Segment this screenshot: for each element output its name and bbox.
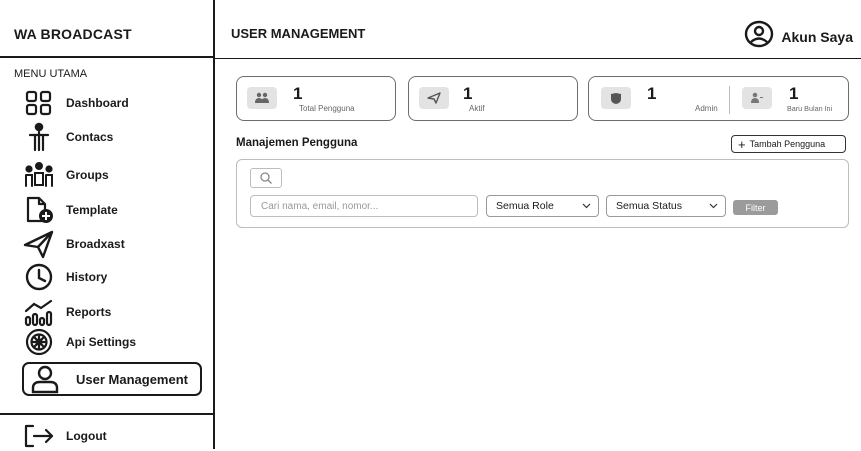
divider (0, 56, 215, 58)
user-icon (28, 364, 62, 394)
sidebar-item-label: User Management (76, 371, 188, 387)
plus-icon: + (738, 136, 746, 152)
stat-value: 1 (789, 84, 799, 103)
sidebar-item-label: History (66, 270, 108, 284)
search-input[interactable] (250, 195, 478, 217)
sidebar-item-api-settings[interactable]: Api Settings (22, 327, 136, 357)
logout-icon (22, 421, 56, 451)
send-icon (419, 87, 449, 109)
person-icon (22, 122, 56, 152)
brand-title: WA BROADCAST (14, 26, 132, 42)
gear-icon (22, 327, 56, 357)
user-circle-icon (743, 20, 775, 53)
sidebar-item-groups[interactable]: Groups (22, 160, 109, 190)
group-icon (22, 160, 56, 190)
stat-label: Aktif (469, 104, 485, 113)
chevron-down-icon (582, 200, 591, 212)
sidebar-item-user-management[interactable]: User Management (22, 362, 202, 396)
stat-value: 1 (293, 84, 303, 103)
sidebar-item-label: Dashboard (66, 96, 129, 110)
section-title: Manajemen Pengguna (236, 137, 358, 149)
top-bar: USER MANAGEMENT Akun Saya (215, 0, 861, 59)
role-select[interactable]: Semua Role (486, 195, 599, 217)
divider (729, 86, 730, 114)
sidebar-item-dashboard[interactable]: Dashboard (22, 88, 129, 118)
account-label: Akun Saya (781, 28, 853, 45)
sidebar-item-label: Reports (66, 305, 112, 319)
account-menu[interactable]: Akun Saya (743, 20, 853, 53)
add-user-label: Tambah Pengguna (749, 139, 826, 149)
status-select-value: Semua Status (616, 200, 682, 212)
filter-panel (236, 159, 849, 228)
shield-icon (601, 87, 631, 109)
clock-icon (22, 262, 56, 292)
stat-value: 1 (463, 84, 473, 103)
chevron-down-icon (709, 200, 718, 212)
sidebar-item-label: Template (66, 203, 118, 217)
sidebar-item-label: Broadxast (66, 237, 125, 251)
filter-button[interactable]: Filter (733, 200, 778, 215)
divider (0, 413, 215, 415)
stat-label: Total Pengguna (299, 104, 355, 113)
logout-button[interactable]: Logout (22, 421, 107, 451)
logout-label: Logout (66, 429, 107, 443)
sidebar-item-label: Api Settings (66, 335, 137, 349)
role-select-value: Semua Role (496, 200, 554, 212)
menu-heading: MENU UTAMA (14, 68, 88, 80)
status-select[interactable]: Semua Status (606, 195, 726, 217)
sidebar-item-contacs[interactable]: Contacs (22, 122, 113, 152)
add-user-button[interactable]: + Tambah Pengguna (731, 135, 846, 153)
sidebar-item-label: Contacs (66, 130, 114, 144)
page-title: USER MANAGEMENT (231, 26, 366, 41)
user-plus-icon (742, 87, 772, 109)
sidebar-item-broadxast[interactable]: Broadxast (22, 229, 125, 259)
sidebar-item-template[interactable]: Template (22, 195, 118, 225)
sidebar-item-history[interactable]: History (22, 262, 107, 292)
stat-card-aktif: 1 Aktif (408, 76, 578, 121)
stat-value: 1 (647, 84, 657, 103)
chart-icon (22, 297, 56, 327)
sidebar: WA BROADCAST MENU UTAMA Dashboard Contac… (0, 0, 215, 449)
stat-label: Admin (695, 104, 718, 113)
search-icon[interactable] (250, 168, 282, 188)
add-document-icon (22, 195, 56, 225)
grid-icon (22, 88, 56, 118)
users-icon (247, 87, 277, 109)
sidebar-item-label: Groups (66, 168, 109, 182)
stat-card-admin: 1 Admin 1 Baru Bulan Ini (588, 76, 849, 121)
stat-card-total: 1 Total Pengguna (236, 76, 396, 121)
sidebar-item-reports[interactable]: Reports (22, 297, 111, 327)
stat-label: Baru Bulan Ini (787, 104, 833, 113)
paper-plane-icon (22, 229, 56, 259)
